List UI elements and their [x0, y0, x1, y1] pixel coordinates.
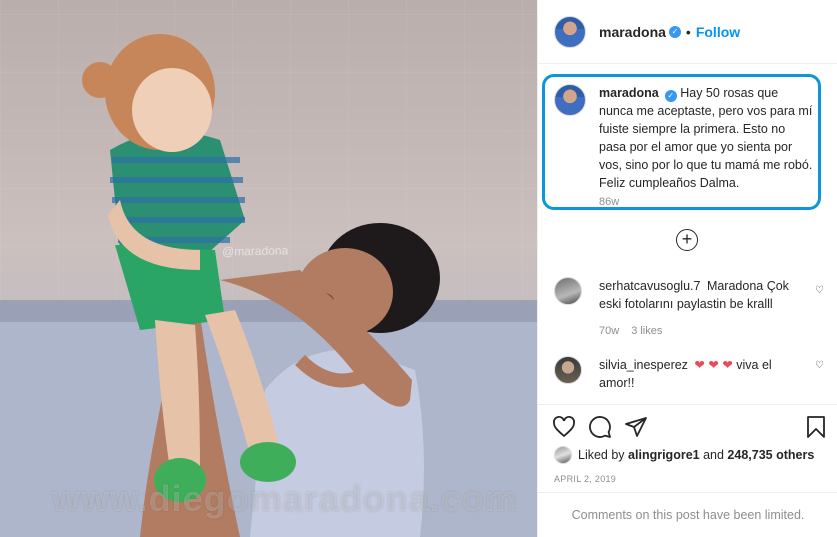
author-username[interactable]: maradona [599, 24, 666, 40]
likes-others[interactable]: 248,735 others [727, 448, 814, 462]
photo-illustration [0, 0, 537, 537]
comment-time[interactable]: 70w [599, 325, 619, 337]
heart-icon[interactable] [552, 415, 576, 439]
separator-dot: • [685, 23, 691, 40]
likes-summary: Liked by alingrigore1 and 248,735 others [554, 446, 814, 464]
comment-body: serhatcavusoglu.7 Maradona Çok eski foto… [599, 277, 795, 340]
comment-username[interactable]: silvia_inesperez [599, 358, 688, 372]
heart-icon[interactable]: ♡ [815, 285, 824, 296]
post-date[interactable]: APRIL 2, 2019 [554, 474, 616, 484]
bookmark-icon[interactable] [804, 415, 828, 439]
share-icon[interactable] [624, 415, 648, 439]
comment-likes[interactable]: 3 likes [631, 325, 662, 337]
liker-avatar[interactable] [554, 446, 572, 464]
follow-button[interactable]: Follow [696, 24, 740, 40]
heart-icon[interactable]: ♡ [815, 360, 824, 371]
post-side-panel: maradona ✓ • Follow maradona ✓ Hay 50 ros… [537, 0, 837, 537]
post-photo[interactable]: @maradona www.diegomaradona.com [0, 0, 537, 537]
photo-watermark-small: @maradona [221, 243, 289, 259]
comment-item: silvia_inesperez ❤ ❤ ❤ viva el amor!! ♡ [554, 356, 824, 392]
caption: maradona ✓ Hay 50 rosas que nunca me acep… [554, 84, 814, 208]
comments-limited-notice: Comments on this post have been limited. [538, 492, 837, 537]
verified-icon: ✓ [664, 90, 677, 102]
photo-watermark-large: www.diegomaradona.com [52, 478, 518, 519]
caption-avatar[interactable] [554, 84, 586, 116]
caption-username[interactable]: maradona [599, 86, 659, 100]
comment-icon[interactable] [588, 415, 612, 439]
comment-avatar[interactable] [554, 356, 582, 384]
likes-conj: and [703, 448, 724, 462]
comment-avatar[interactable] [554, 277, 582, 305]
heart-emoji-row: ❤ ❤ ❤ [694, 358, 733, 372]
caption-text-block: maradona ✓ Hay 50 rosas que nunca me acep… [599, 84, 814, 192]
plus-circle-icon[interactable]: + [676, 229, 698, 251]
likes-prefix: Liked by [578, 448, 625, 462]
caption-text: Hay 50 rosas que nunca me aceptaste, per… [599, 86, 813, 190]
author-avatar[interactable] [554, 15, 586, 48]
liker-username[interactable]: alingrigore1 [628, 448, 700, 462]
comment-username[interactable]: serhatcavusoglu.7 [599, 279, 700, 293]
verified-icon: ✓ [668, 25, 681, 38]
caption-time[interactable]: 86w [599, 196, 619, 208]
post-header: maradona ✓ • Follow [538, 0, 837, 64]
comment-item: serhatcavusoglu.7 Maradona Çok eski foto… [554, 277, 824, 340]
comment-meta: 70w 3 likes [599, 322, 795, 340]
comment-body: silvia_inesperez ❤ ❤ ❤ viva el amor!! [599, 356, 795, 392]
